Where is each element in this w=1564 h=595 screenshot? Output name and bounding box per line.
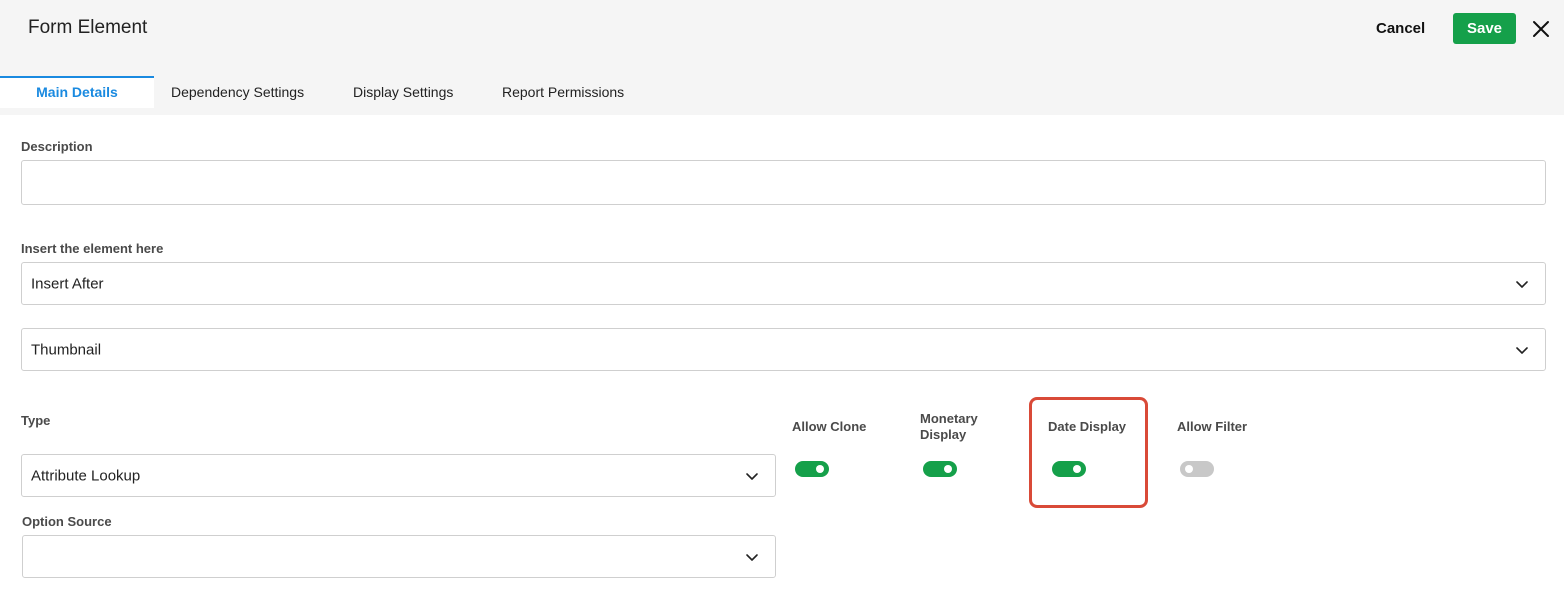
- monetary-display-label: Monetary Display: [920, 411, 978, 442]
- description-label: Description: [21, 139, 93, 154]
- tab-report-permissions[interactable]: Report Permissions: [502, 76, 624, 108]
- cancel-button[interactable]: Cancel: [1366, 14, 1435, 44]
- allow-filter-toggle[interactable]: [1180, 461, 1214, 477]
- date-display-highlight: [1029, 397, 1148, 508]
- tab-dependency-settings[interactable]: Dependency Settings: [171, 76, 304, 108]
- type-value: Attribute Lookup: [31, 467, 141, 484]
- page-title: Form Element: [28, 17, 148, 38]
- description-input[interactable]: [21, 160, 1546, 205]
- tab-main-details[interactable]: Main Details: [0, 76, 154, 108]
- chevron-down-icon: [1516, 346, 1528, 354]
- chevron-down-icon: [1516, 280, 1528, 288]
- close-icon[interactable]: [1529, 17, 1553, 41]
- save-button[interactable]: Save: [1453, 13, 1516, 44]
- insert-target-select[interactable]: Thumbnail: [21, 328, 1546, 371]
- allow-clone-toggle[interactable]: [795, 461, 829, 477]
- allow-filter-label: Allow Filter: [1177, 419, 1248, 434]
- monetary-display-toggle[interactable]: [923, 461, 957, 477]
- chevron-down-icon: [746, 553, 758, 561]
- toggle-knob: [1185, 465, 1193, 473]
- option-source-label: Option Source: [22, 514, 112, 529]
- chevron-down-icon: [746, 472, 758, 480]
- allow-clone-label: Allow Clone: [792, 419, 867, 434]
- insert-label: Insert the element here: [21, 241, 164, 256]
- header-bar: Form Element Cancel Save Main Details De…: [0, 0, 1564, 115]
- toggle-knob: [1073, 465, 1081, 473]
- type-label: Type: [21, 413, 51, 428]
- toggle-knob: [944, 465, 952, 473]
- tab-display-settings[interactable]: Display Settings: [353, 76, 453, 108]
- insert-target-value: Thumbnail: [31, 341, 102, 358]
- insert-position-value: Insert After: [31, 275, 104, 292]
- type-select[interactable]: Attribute Lookup: [21, 454, 776, 497]
- insert-position-select[interactable]: Insert After: [21, 262, 1546, 305]
- date-display-toggle[interactable]: [1052, 461, 1086, 477]
- date-display-label: Date Display: [1048, 419, 1127, 434]
- option-source-select[interactable]: [22, 535, 776, 578]
- toggle-knob: [816, 465, 824, 473]
